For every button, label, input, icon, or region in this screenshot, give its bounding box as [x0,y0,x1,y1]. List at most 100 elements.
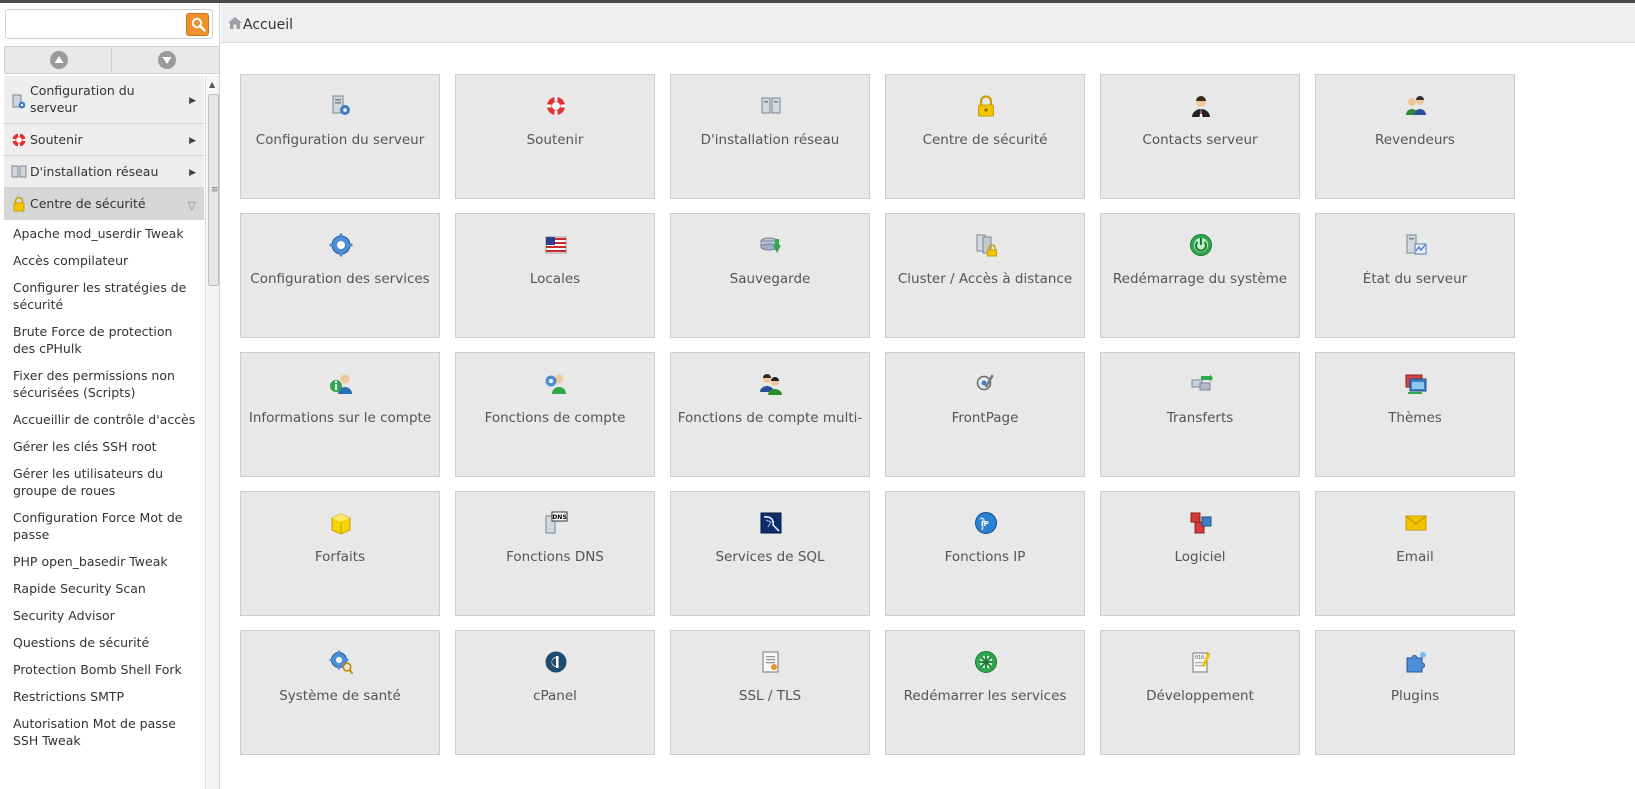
tile-label: Plugins [1390,688,1440,704]
tile-lock[interactable]: Centre de sécurité [885,74,1085,199]
cpanel-logo-icon [545,651,567,673]
network-icon [11,165,27,177]
tile-label: Système de santé [279,688,401,704]
expand-all-button[interactable] [113,47,219,73]
sidebar-scrollbar[interactable]: ▲ ≡ [205,76,219,789]
tile-ip-globe[interactable]: IP Fonctions IP [885,491,1085,616]
sidebar-subitem[interactable]: Rapide Security Scan [4,575,204,602]
themes-icon [1405,374,1427,394]
expand-arrow-icon[interactable]: ▶ [189,93,196,110]
sidebar-subitem[interactable]: Fixer des permissions non sécurisées (Sc… [4,362,204,406]
expand-arrow-icon[interactable]: ▶ [189,165,196,182]
expand-arrow-icon[interactable]: ▶ [189,133,196,150]
sidebar-subitem[interactable]: Restrictions SMTP [4,683,204,710]
tile-label: Revendeurs [1375,132,1455,148]
tile-label: Forfaits [314,549,366,565]
sidebar-subitem[interactable]: Autorisation Mot de passe SSH Tweak [4,710,204,754]
tile-certificate[interactable]: SSL / TLS [670,630,870,755]
tile-frontpage[interactable]: FrontPage [885,352,1085,477]
security-subitems: Apache mod_userdir Tweak Accès compilateu… [4,220,204,754]
sidebar-subitem[interactable]: Gérer les utilisateurs du groupe de roue… [4,460,204,504]
tile-power[interactable]: Redémarrage du système [1100,213,1300,338]
tile-health-gear[interactable]: Système de santé [240,630,440,755]
tile-account-gear[interactable]: Fonctions de compte [455,352,655,477]
tile-lifebuoy[interactable]: Soutenir [455,74,655,199]
tile-puzzle[interactable]: Plugins [1315,630,1515,755]
tile-label: Fonctions de compte [484,410,626,426]
tile-label: cPanel [533,688,577,704]
search-button[interactable] [186,13,209,36]
tile-label: Fonctions DNS [506,549,604,565]
arrow-up-icon [54,56,64,63]
sidebar-item-network[interactable]: D'installation réseau ▶ [4,156,204,188]
tile-restart-services[interactable]: Redémarrer les services [885,630,1085,755]
tile-software-cubes[interactable]: Logiciel [1100,491,1300,616]
search-icon [191,17,206,32]
sidebar-subitem[interactable]: Configuration Force Mot de passe [4,504,204,548]
scroll-thumb[interactable]: ≡ [208,94,219,286]
puzzle-icon [1406,652,1426,673]
tile-envelope[interactable]: Email [1315,491,1515,616]
sidebar-item-label: Centre de sécurité [30,196,146,211]
sidebar-subitem[interactable]: Apache mod_userdir Tweak [4,220,204,247]
gear-icon [329,233,353,257]
cluster-lock-icon [976,234,997,257]
sidebar-subitem[interactable]: Protection Bomb Shell Fork [4,656,204,683]
tile-cluster-lock[interactable]: Cluster / Accès à distance [885,213,1085,338]
health-gear-icon [329,650,353,674]
tile-network[interactable]: D'installation réseau [670,74,870,199]
server-gear-icon [332,95,350,115]
sidebar-subitem[interactable]: PHP open_basedir Tweak [4,548,204,575]
svg-text:010: 010 [1195,655,1204,661]
tile-backup[interactable]: Sauvegarde [670,213,870,338]
account-gear-icon [545,374,566,394]
tile-development[interactable]: 010 Développement [1100,630,1300,755]
dns-icon: DNS [545,511,568,534]
multi-account-icon [760,374,782,395]
server-gear-icon [12,94,26,109]
home-icon[interactable] [228,17,242,29]
sidebar-subitem[interactable]: Accès compilateur [4,247,204,274]
tile-label: Cluster / Accès à distance [897,271,1073,287]
tile-resellers[interactable]: Revendeurs [1315,74,1515,199]
search-input[interactable] [8,12,184,36]
tile-sql[interactable]: Services de SQL [670,491,870,616]
tile-multi-account[interactable]: Fonctions de compte multi- [670,352,870,477]
tile-server-gear[interactable]: Configuration du serveur [240,74,440,199]
breadcrumb-home-link[interactable]: Accueil [243,17,293,33]
tile-label: Centre de sécurité [922,132,1048,148]
grip-icon: ≡ [211,185,219,195]
tile-contact-person[interactable]: Contacts serveur [1100,74,1300,199]
tile-cpanel-logo[interactable]: cPanel [455,630,655,755]
tile-label: Configuration du serveur [255,132,425,148]
sidebar-subitem[interactable]: Brute Force de protection des cPHulk [4,318,204,362]
development-icon: 010 [1192,652,1211,673]
tile-label: Locales [529,271,581,287]
tile-label: Fonctions IP [944,549,1026,565]
tile-server-status[interactable]: État du serveur [1315,213,1515,338]
sidebar-subitem[interactable]: Questions de sécurité [4,629,204,656]
contact-person-icon [1192,96,1210,117]
lock-icon [978,95,994,117]
sidebar-item-support[interactable]: Soutenir ▶ [4,124,204,156]
sidebar-item-security[interactable]: Centre de sécurité ▽ [4,188,204,220]
svg-text:IP: IP [981,520,989,528]
sidebar-subitem[interactable]: Accueillir de contrôle d'accès [4,406,204,433]
tile-label: SSL / TLS [738,688,802,704]
tile-dns[interactable]: DNS Fonctions DNS [455,491,655,616]
tile-themes[interactable]: Thèmes [1315,352,1515,477]
scroll-up-icon[interactable]: ▲ [209,80,215,89]
tile-flag[interactable]: Locales [455,213,655,338]
tile-transfer[interactable]: Transferts [1100,352,1300,477]
tile-package[interactable]: Forfaits [240,491,440,616]
collapse-all-button[interactable] [5,47,112,73]
search-box [5,9,213,39]
tile-account-info[interactable]: Informations sur le compte [240,352,440,477]
tile-label: Redémarrage du système [1112,271,1288,287]
sidebar-subitem[interactable]: Configurer les stratégies de sécurité [4,274,204,318]
sidebar-subitem[interactable]: Gérer les clés SSH root [4,433,204,460]
tile-gear[interactable]: Configuration des services [240,213,440,338]
sidebar-subitem[interactable]: Security Advisor [4,602,204,629]
collapse-arrow-icon[interactable]: ▽ [188,197,196,214]
sidebar-item-server-config[interactable]: Configuration du serveur ▶ [4,76,204,124]
